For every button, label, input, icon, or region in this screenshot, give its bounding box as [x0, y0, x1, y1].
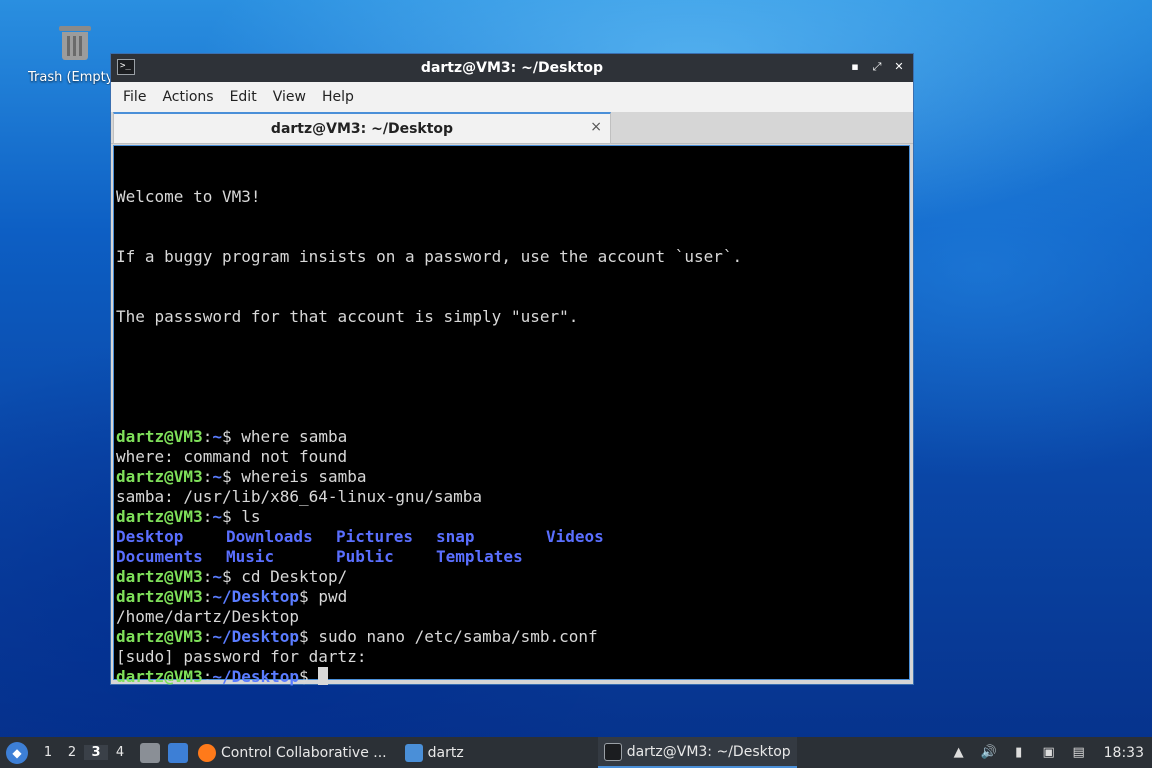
menu-edit[interactable]: Edit: [222, 89, 265, 105]
terminal-output-line: [sudo] password for dartz:: [116, 647, 367, 666]
volume-icon[interactable]: 🔊: [980, 744, 998, 762]
prompt-path: ~/Desktop: [212, 667, 300, 686]
terminal-prompt-line: dartz@VM3:~$ ls: [116, 507, 261, 526]
terminal-prompt-line: dartz@VM3:~/Desktop$ pwd: [116, 587, 348, 606]
prompt-path: ~/Desktop: [212, 627, 300, 646]
command-text: ls: [231, 507, 261, 526]
terminal-cursor: [318, 667, 329, 685]
taskbar: ◆ 1 2 3 4 Control Collaborative ... dart…: [0, 737, 1152, 768]
folder-icon: [404, 743, 423, 762]
tab-close-icon[interactable]: ×: [590, 119, 602, 135]
clipboard-icon[interactable]: ▮: [1010, 744, 1028, 762]
directory-entry: snap: [436, 527, 475, 546]
prompt-path: ~: [212, 427, 222, 446]
terminal-prompt-line: dartz@VM3:~$ cd Desktop/: [116, 567, 348, 586]
window-titlebar[interactable]: >_ dartz@VM3: ~/Desktop ▪ ⤢ ✕: [111, 54, 913, 82]
terminal-prompt-line: dartz@VM3:~/Desktop$: [116, 667, 907, 687]
task-firefox[interactable]: Control Collaborative ...: [192, 737, 393, 768]
tab-terminal[interactable]: dartz@VM3: ~/Desktop ×: [113, 112, 611, 144]
directory-entry: Documents: [116, 547, 203, 566]
prompt-path: ~: [212, 507, 222, 526]
terminal-app-icon[interactable]: >_: [117, 59, 135, 75]
terminal-prompt-line: dartz@VM3:~/Desktop$ sudo nano /etc/samb…: [116, 627, 598, 646]
ls-output-line: Documents Music Public Templates: [116, 547, 907, 567]
menu-file[interactable]: File: [115, 89, 154, 105]
directory-entry: Desktop: [116, 527, 184, 546]
workspace-1[interactable]: 1: [36, 745, 60, 760]
command-text: where samba: [231, 427, 348, 446]
directory-entry: Public: [336, 547, 394, 566]
desktop-trash[interactable]: Trash (Empty): [28, 22, 118, 85]
terminal-line: If a buggy program insists on a password…: [116, 247, 743, 266]
file-manager-icon[interactable]: [140, 742, 160, 763]
menu-help[interactable]: Help: [314, 89, 362, 105]
prompt-user: dartz@VM3: [116, 667, 203, 686]
prompt-user: dartz@VM3: [116, 467, 203, 486]
window-title: dartz@VM3: ~/Desktop: [420, 60, 604, 76]
show-desktop-icon[interactable]: [168, 742, 188, 763]
close-button[interactable]: ✕: [891, 59, 907, 75]
terminal-output-line: samba: /usr/lib/x86_64-linux-gnu/samba: [116, 487, 483, 506]
terminal-line: Welcome to VM3!: [116, 187, 261, 206]
network-icon[interactable]: ▣: [1040, 744, 1058, 762]
trash-label: Trash (Empty): [28, 70, 112, 85]
command-text: [309, 667, 319, 686]
workspace-4[interactable]: 4: [108, 745, 132, 760]
directory-entry: Music: [226, 547, 275, 566]
notification-icon[interactable]: ▤: [1070, 744, 1088, 762]
menu-actions[interactable]: Actions: [154, 89, 221, 105]
system-tray: ▲ 🔊 ▮ ▣ ▤ 18:33: [944, 744, 1152, 762]
task-label: dartz@VM3: ~/Desktop: [626, 743, 791, 760]
prompt-user: dartz@VM3: [116, 627, 203, 646]
tab-bar: dartz@VM3: ~/Desktop ×: [111, 112, 913, 144]
terminal-line: The passsword for that account is simply…: [116, 307, 579, 326]
task-folder[interactable]: dartz: [399, 737, 470, 768]
prompt-user: dartz@VM3: [116, 567, 203, 586]
terminal-output-line: /home/dartz/Desktop: [116, 607, 300, 626]
task-label: dartz: [427, 744, 464, 761]
menu-view[interactable]: View: [265, 89, 314, 105]
minimize-button[interactable]: ▪: [847, 59, 863, 75]
menubar: File Actions Edit View Help: [111, 82, 913, 112]
terminal-output-line: where: command not found: [116, 447, 348, 466]
firefox-icon: [198, 743, 216, 762]
terminal-prompt-line: dartz@VM3:~$ whereis samba: [116, 467, 367, 486]
command-text: sudo nano /etc/samba/smb.conf: [308, 627, 598, 646]
tray-arrow-icon[interactable]: ▲: [950, 744, 968, 762]
task-terminal[interactable]: dartz@VM3: ~/Desktop: [597, 737, 797, 768]
directory-entry: Pictures: [336, 527, 414, 546]
prompt-path: ~: [212, 467, 222, 486]
ls-output-line: Desktop Downloads Pictures snap Videos: [116, 527, 907, 547]
directory-entry: Templates: [436, 547, 523, 566]
tab-label: dartz@VM3: ~/Desktop: [270, 120, 454, 137]
command-text: cd Desktop/: [231, 567, 348, 586]
command-text: whereis samba: [231, 467, 367, 486]
directory-entry: Downloads: [226, 527, 313, 546]
maximize-button[interactable]: ⤢: [869, 59, 885, 75]
task-label: Control Collaborative ...: [221, 744, 387, 761]
trash-icon: [55, 22, 95, 62]
start-menu-icon[interactable]: ◆: [6, 741, 28, 764]
command-text: pwd: [308, 587, 348, 606]
workspace-3[interactable]: 3: [84, 745, 108, 760]
prompt-path: ~: [212, 567, 222, 586]
terminal-window: >_ dartz@VM3: ~/Desktop ▪ ⤢ ✕ File Actio…: [110, 53, 914, 686]
terminal-icon: [603, 742, 622, 761]
terminal-prompt-line: dartz@VM3:~$ where samba: [116, 427, 348, 446]
clock[interactable]: 18:33: [1104, 745, 1144, 761]
workspace-2[interactable]: 2: [60, 745, 84, 760]
prompt-user: dartz@VM3: [116, 427, 203, 446]
terminal-output[interactable]: Welcome to VM3! If a buggy program insis…: [113, 145, 910, 686]
prompt-user: dartz@VM3: [116, 507, 203, 526]
prompt-user: dartz@VM3: [116, 587, 203, 606]
prompt-path: ~/Desktop: [212, 587, 300, 606]
directory-entry: Videos: [546, 527, 604, 546]
